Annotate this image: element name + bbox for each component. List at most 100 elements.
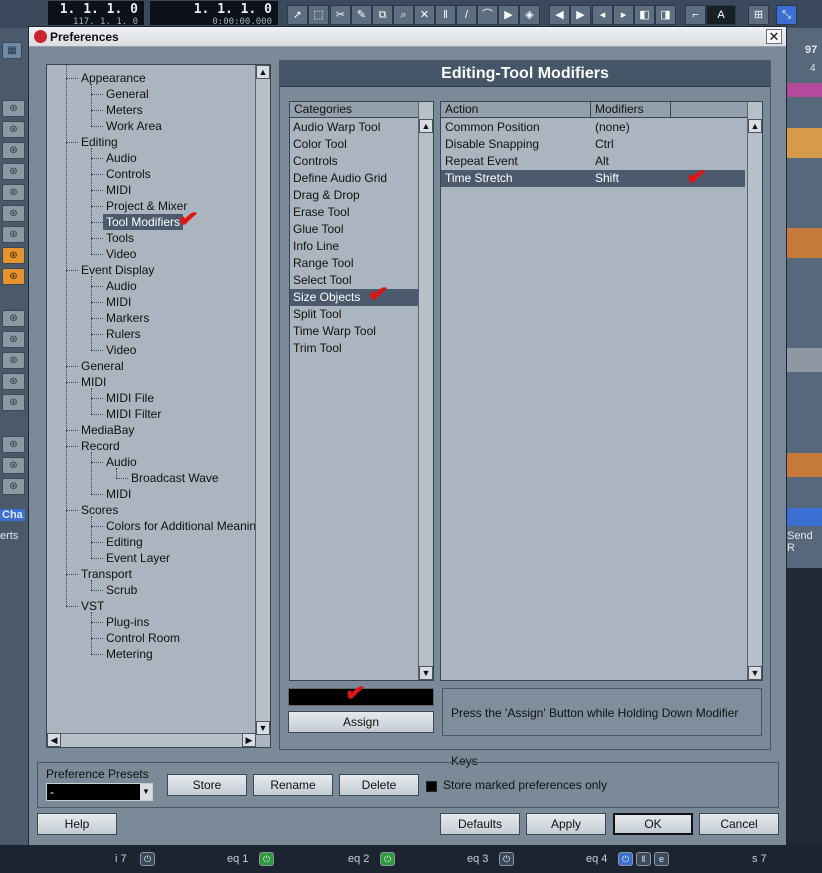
tree-item[interactable]: MediaBay xyxy=(81,422,134,438)
tree-item[interactable]: VST xyxy=(81,598,104,614)
power-icon[interactable]: ⏻ xyxy=(499,852,514,866)
edit-icon[interactable]: e xyxy=(654,852,669,866)
snap-icon[interactable]: ⌐ xyxy=(685,5,706,25)
store-button[interactable]: Store xyxy=(167,774,247,796)
category-item[interactable]: Time Warp Tool xyxy=(290,323,418,340)
nudge-right-icon[interactable]: ▶ xyxy=(570,5,591,25)
track-monitor-icon[interactable]: ⊛ xyxy=(2,184,25,201)
category-item[interactable]: Trim Tool xyxy=(290,340,418,357)
category-item[interactable]: Audio Warp Tool xyxy=(290,119,418,136)
power-icon[interactable]: ⏻ xyxy=(259,852,274,866)
tree-item[interactable]: Editing xyxy=(106,534,143,550)
pencil-tool-icon[interactable]: / xyxy=(456,5,477,25)
assign-button[interactable]: Assign xyxy=(288,711,434,733)
scroll-right-icon[interactable]: ▶ xyxy=(242,733,256,747)
tree-horizontal-scrollbar[interactable]: ◀ ▶ xyxy=(47,733,256,747)
scroll-up-icon[interactable]: ▲ xyxy=(419,119,433,133)
category-item[interactable]: Range Tool xyxy=(290,255,418,272)
tree-item[interactable]: Colors for Additional Meanings xyxy=(106,518,256,534)
tree-item[interactable]: Tools xyxy=(106,230,134,246)
cancel-button[interactable]: Cancel xyxy=(699,813,779,835)
tree-item[interactable]: Video xyxy=(106,246,136,262)
tree-item[interactable]: Work Area xyxy=(106,118,162,134)
trim-start-icon[interactable]: ◂ xyxy=(592,5,613,25)
glue-tool-icon[interactable]: ⧉ xyxy=(372,5,393,25)
scroll-left-icon[interactable]: ◀ xyxy=(47,733,61,747)
tree-item[interactable]: Event Layer xyxy=(106,550,170,566)
tree-vertical-scrollbar[interactable]: ▲ ▼ xyxy=(255,65,270,735)
tree-item[interactable]: Editing xyxy=(81,134,118,150)
locator-display[interactable]: 1. 1. 1. 0 0:00:00.000 xyxy=(150,1,278,27)
track-monitor-icon[interactable]: ⊛ xyxy=(2,373,25,390)
scroll-down-icon[interactable]: ▼ xyxy=(419,666,433,680)
tree-item[interactable]: Appearance xyxy=(81,70,146,86)
track-monitor-icon[interactable]: ⊛ xyxy=(2,352,25,369)
categories-scrollbar[interactable]: ▲ ▼ xyxy=(418,102,433,680)
track-monitor-icon[interactable]: ⊛ xyxy=(2,394,25,411)
tree-item[interactable]: Audio xyxy=(106,150,137,166)
scroll-down-icon[interactable]: ▼ xyxy=(256,721,270,735)
bypass-icon[interactable]: ‖ xyxy=(636,852,651,866)
action-row[interactable]: Disable Snapping Ctrl xyxy=(441,136,745,153)
tree-item[interactable]: Audio xyxy=(106,278,137,294)
draw-tool-icon[interactable]: ✎ xyxy=(351,5,372,25)
tree-item[interactable]: Video xyxy=(106,342,136,358)
power-icon[interactable]: ⏻ xyxy=(380,852,395,866)
category-item[interactable]: Split Tool xyxy=(290,306,418,323)
tree-item[interactable]: MIDI File xyxy=(106,390,154,406)
category-item[interactable]: Color Tool xyxy=(290,136,418,153)
position-display[interactable]: 1. 1. 1. 0 117. 1. 1. 0 xyxy=(48,1,144,27)
delete-button[interactable]: Delete xyxy=(339,774,419,796)
tree-item[interactable]: MIDI xyxy=(106,486,131,502)
tree-item[interactable]: Control Room xyxy=(106,630,180,646)
help-button[interactable]: Help xyxy=(37,813,117,835)
scroll-up-icon[interactable]: ▲ xyxy=(256,65,270,79)
shrink-icon[interactable]: ◧ xyxy=(634,5,655,25)
track-button[interactable]: ▦ xyxy=(2,42,22,59)
category-item[interactable]: Glue Tool xyxy=(290,221,418,238)
zoom-fit-icon[interactable]: ⤡ xyxy=(776,5,797,25)
tree-item[interactable]: General xyxy=(81,358,124,374)
play-tool-icon[interactable]: ▶ xyxy=(498,5,519,25)
window-layout-icon[interactable]: ⊞ xyxy=(748,5,769,25)
tree-item[interactable]: Scores xyxy=(81,502,118,518)
scroll-down-icon[interactable]: ▼ xyxy=(748,666,762,680)
category-item[interactable]: Info Line xyxy=(290,238,418,255)
tree-item[interactable]: Audio xyxy=(106,454,137,470)
category-item[interactable]: Size Objects xyxy=(290,289,418,306)
action-row[interactable]: Common Position (none) xyxy=(441,119,745,136)
track-monitor-icon[interactable]: ⊛ xyxy=(2,478,25,495)
track-monitor-icon[interactable]: ⊛ xyxy=(2,205,25,222)
tree-item[interactable]: Controls xyxy=(106,166,151,182)
tree-item[interactable]: Record xyxy=(81,438,120,454)
track-monitor-icon[interactable]: ⊛ xyxy=(2,331,25,348)
category-item[interactable]: Define Audio Grid xyxy=(290,170,418,187)
color-tool-icon[interactable]: ◈ xyxy=(519,5,540,25)
nudge-left-icon[interactable]: ◀ xyxy=(549,5,570,25)
track-monitor-icon[interactable]: ⊛ xyxy=(2,142,25,159)
category-item[interactable]: Controls xyxy=(290,153,418,170)
power-icon[interactable]: ⏻ xyxy=(618,852,633,866)
scroll-up-icon[interactable]: ▲ xyxy=(748,119,762,133)
erase-tool-icon[interactable]: ✕ xyxy=(414,5,435,25)
tree-item[interactable]: MIDI Filter xyxy=(106,406,161,422)
category-item[interactable]: Erase Tool xyxy=(290,204,418,221)
tree-item[interactable]: Broadcast Wave xyxy=(131,470,219,486)
rename-button[interactable]: Rename xyxy=(253,774,333,796)
tree-item[interactable]: Transport xyxy=(81,566,132,582)
track-monitor-icon[interactable]: ⊛ xyxy=(2,226,25,243)
tree-item[interactable]: MIDI xyxy=(81,374,106,390)
track-monitor-icon[interactable]: ⊛ xyxy=(2,121,25,138)
object-select-tool-icon[interactable]: ➚ xyxy=(287,5,308,25)
tree-item[interactable]: Tool Modifiers xyxy=(103,214,184,230)
actions-scrollbar[interactable]: ▲ ▼ xyxy=(747,102,762,680)
title-bar[interactable]: Preferences ✕ xyxy=(29,27,786,47)
range-select-tool-icon[interactable]: ⬚ xyxy=(308,5,329,25)
tree-item[interactable]: MIDI xyxy=(106,294,131,310)
track-monitor-icon[interactable]: ⊛ xyxy=(2,163,25,180)
split-tool-icon[interactable]: ✂ xyxy=(330,5,351,25)
category-item[interactable]: Select Tool xyxy=(290,272,418,289)
tree-item[interactable]: Markers xyxy=(106,310,149,326)
chevron-down-icon[interactable]: ▼ xyxy=(140,784,152,800)
track-monitor-active-icon[interactable]: ⊛ xyxy=(2,247,25,264)
